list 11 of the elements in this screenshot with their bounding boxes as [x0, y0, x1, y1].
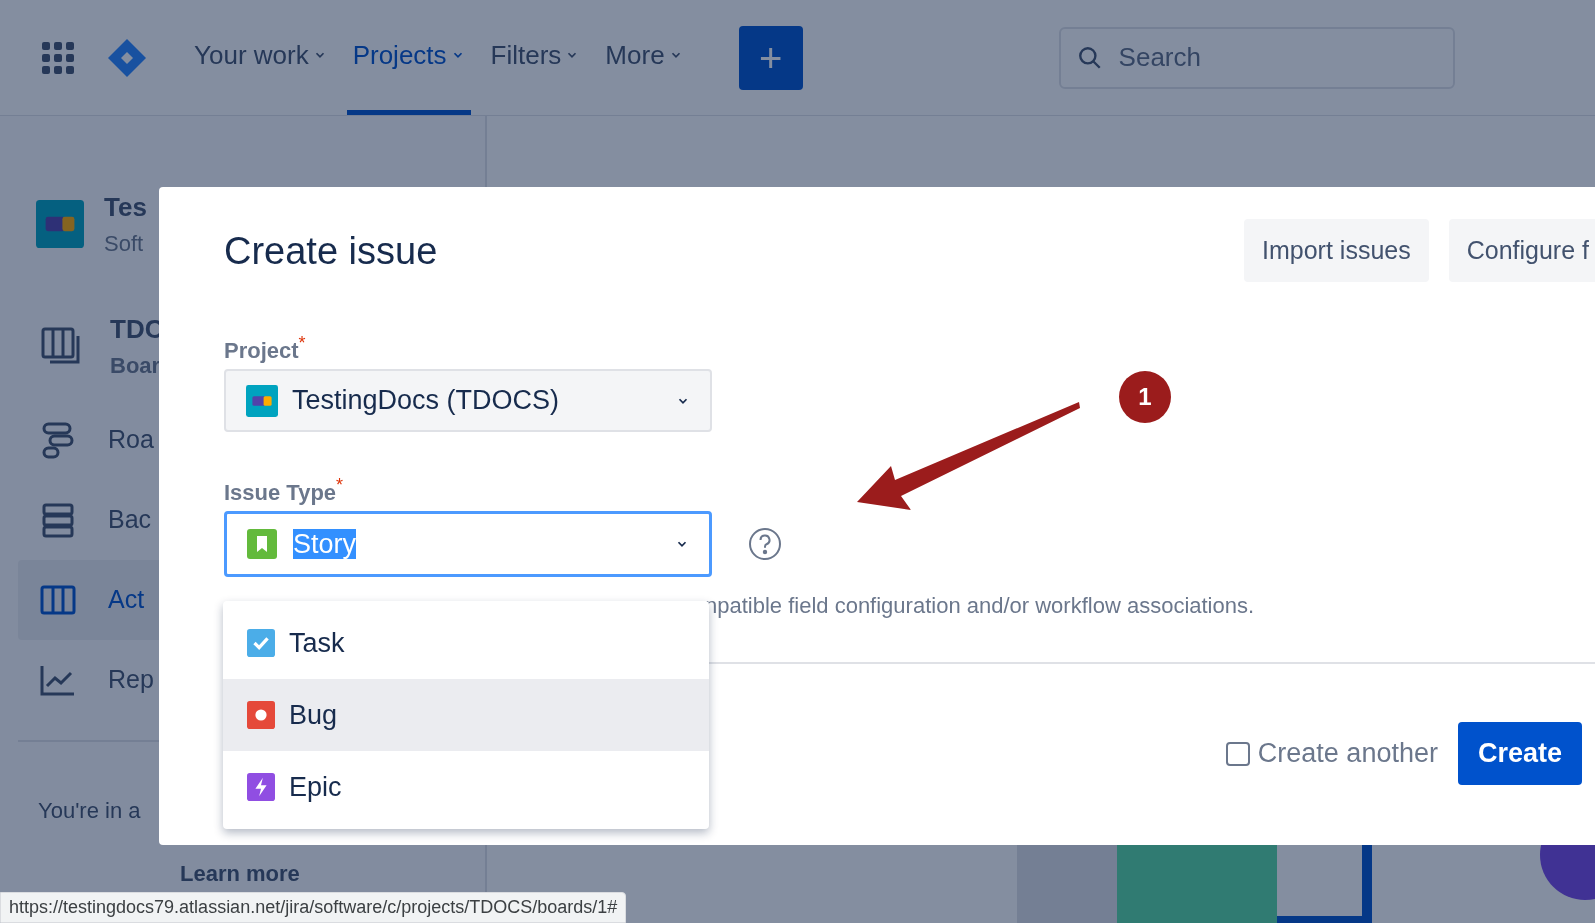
board-type: Boar — [110, 352, 162, 380]
dialog-title: Create issue — [224, 229, 438, 274]
sidebar-note: You're in a — [37, 797, 142, 825]
required-asterisk: * — [298, 334, 306, 352]
status-url-bar: https://testingdocs79.atlassian.net/jira/software/c/projects/TDOCS/boards/1# — [0, 892, 627, 923]
checkbox-label: Create another — [1257, 737, 1438, 771]
field-label: Project — [224, 338, 299, 365]
project-type: Soft — [104, 230, 145, 258]
required-asterisk: * — [336, 476, 344, 494]
field-label: Issue Type — [224, 480, 337, 507]
project-name: Tes — [104, 191, 147, 224]
